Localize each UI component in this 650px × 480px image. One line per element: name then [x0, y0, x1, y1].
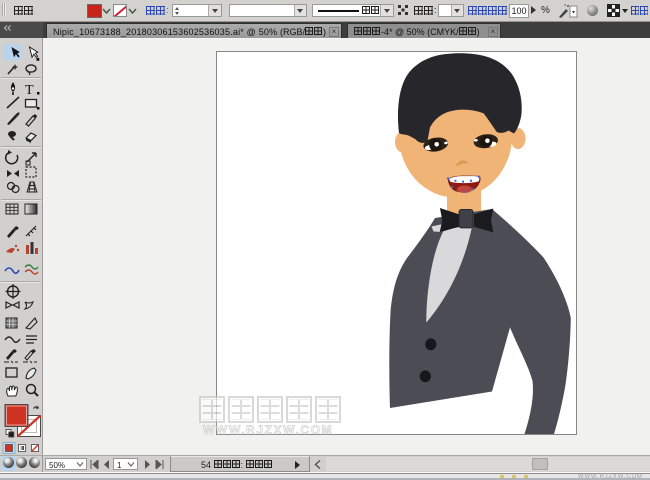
- svg-text:T: T: [25, 83, 34, 98]
